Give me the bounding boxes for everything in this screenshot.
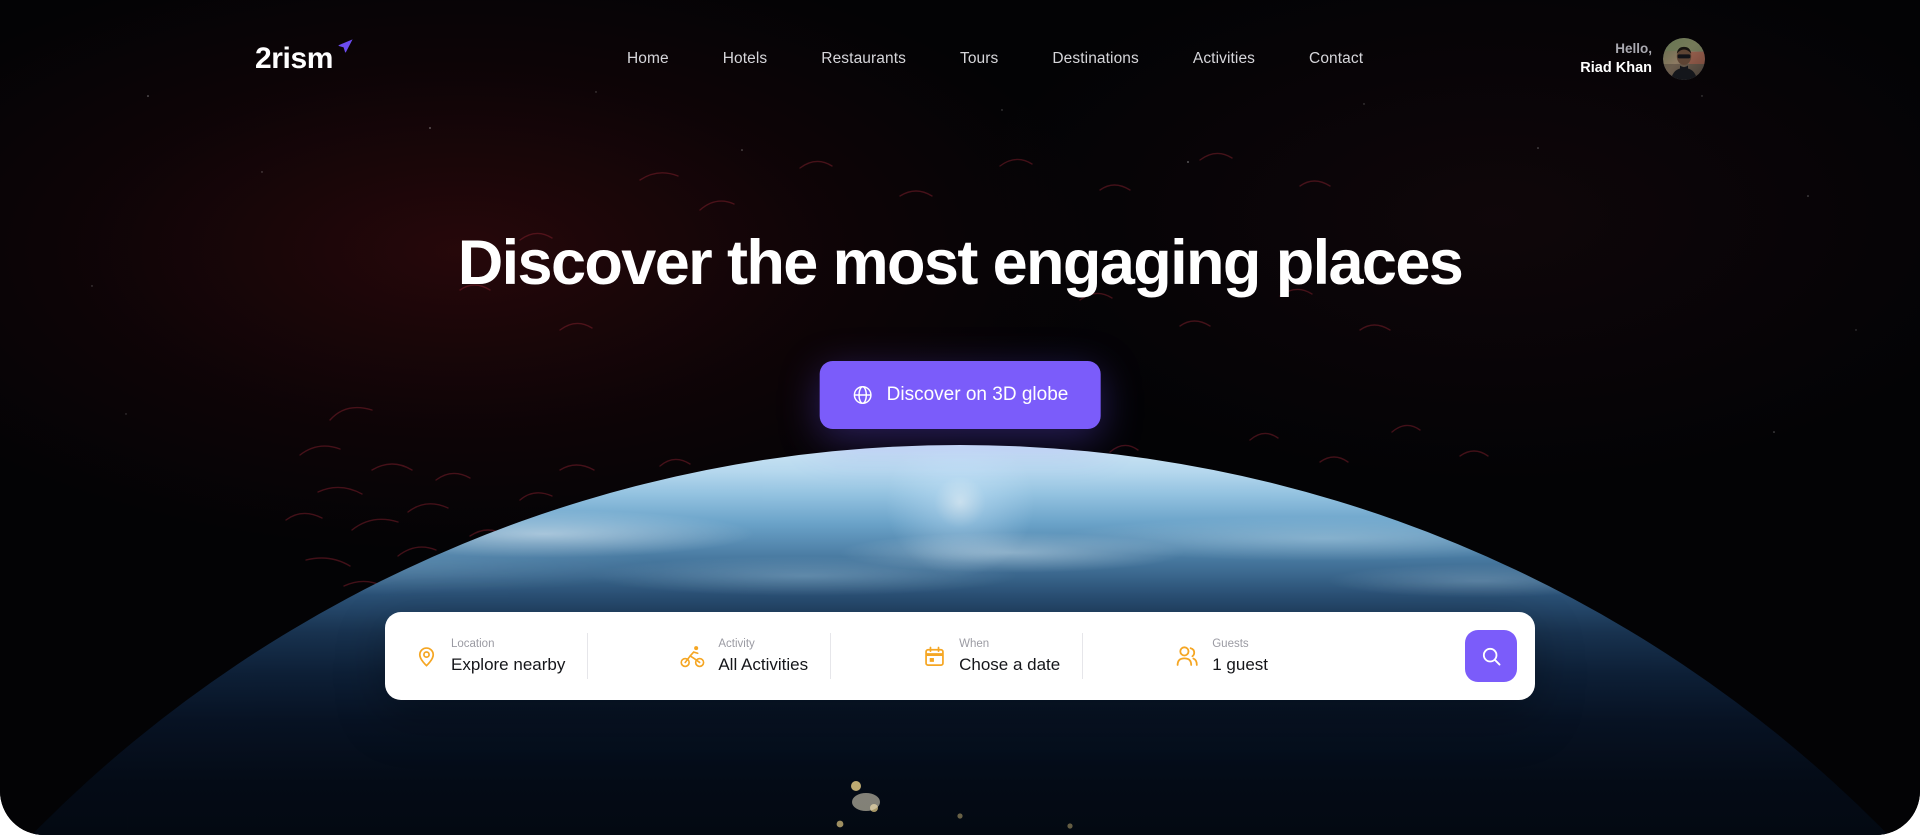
when-field-text: When Chose a date (959, 637, 1060, 675)
activity-field-text: Activity All Activities (718, 637, 808, 675)
search-field-location[interactable]: Location Explore nearby (393, 632, 587, 680)
brand-logo[interactable]: 2rism (255, 39, 354, 75)
hero-section: 2rism Home Hotels Restaurants Tours Dest… (0, 0, 1920, 835)
bicycle-icon (680, 644, 705, 669)
search-field-guests[interactable]: Guests 1 guest (1083, 632, 1290, 680)
nav-item-destinations[interactable]: Destinations (1025, 44, 1166, 74)
location-label: Location (451, 638, 495, 651)
paper-plane-icon (337, 38, 354, 60)
when-label: When (959, 638, 990, 651)
calendar-icon (923, 645, 946, 668)
globe-icon (852, 384, 874, 406)
location-pin-icon (415, 645, 438, 668)
activity-value: All Activities (718, 654, 809, 674)
nav-item-home[interactable]: Home (600, 44, 696, 74)
user-name: Riad Khan (1580, 60, 1652, 77)
search-field-activity[interactable]: Activity All Activities (588, 632, 830, 680)
search-icon (1480, 645, 1503, 668)
nav-item-contact[interactable]: Contact (1282, 44, 1390, 74)
guests-field-text: Guests 1 guest (1212, 637, 1268, 675)
search-bar: Location Explore nearby Activity All Act… (385, 612, 1535, 700)
guests-value: 1 guest (1212, 654, 1268, 674)
nav-item-restaurants[interactable]: Restaurants (794, 44, 933, 74)
cta-label: Discover on 3D globe (886, 384, 1069, 405)
page-title: Discover the most engaging places (457, 228, 1464, 298)
user-greeting: Hello, (1615, 40, 1652, 56)
site-header: 2rism Home Hotels Restaurants Tours Dest… (0, 0, 1920, 118)
main-navigation: Home Hotels Restaurants Tours Destinatio… (600, 44, 1390, 74)
nav-item-activities[interactable]: Activities (1166, 44, 1282, 74)
nav-item-tours[interactable]: Tours (933, 44, 1025, 74)
location-value: Explore nearby (451, 654, 566, 674)
brand-name: 2rism (255, 42, 334, 75)
avatar[interactable] (1663, 38, 1705, 80)
location-field-text: Location Explore nearby (451, 637, 565, 675)
activity-label: Activity (718, 638, 755, 651)
user-profile[interactable]: Hello, Riad Khan (1580, 38, 1705, 80)
search-field-when[interactable]: When Chose a date (831, 632, 1082, 680)
people-icon (1175, 644, 1199, 668)
when-value: Chose a date (959, 654, 1061, 674)
discover-3d-globe-button[interactable]: Discover on 3D globe (819, 361, 1101, 429)
nav-item-hotels[interactable]: Hotels (696, 44, 795, 74)
user-greeting-block: Hello, Riad Khan (1580, 40, 1652, 79)
search-button[interactable] (1465, 630, 1517, 682)
guests-label: Guests (1212, 638, 1249, 651)
